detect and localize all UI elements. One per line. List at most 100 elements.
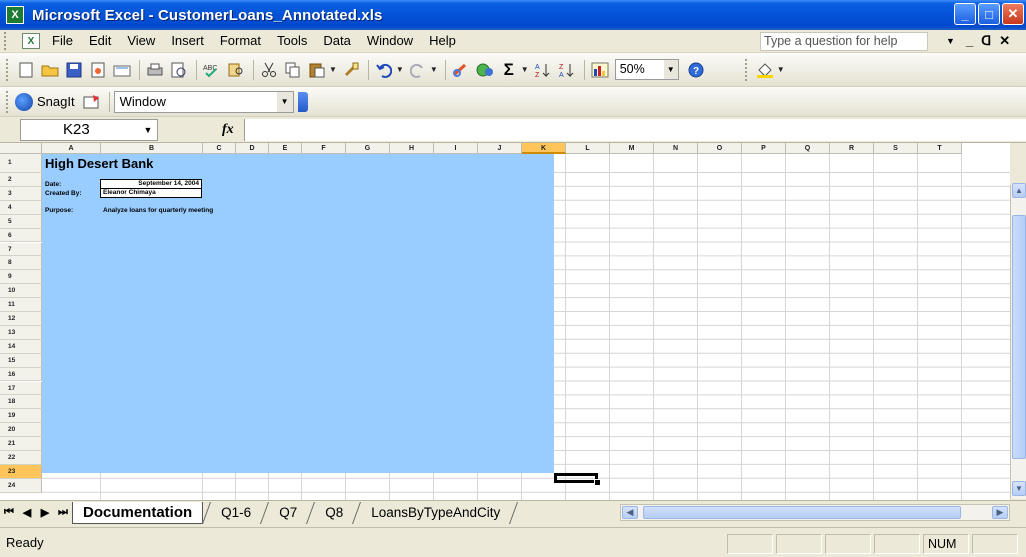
column-header-l[interactable]: L [566, 143, 610, 154]
tab-q7[interactable]: Q7 [269, 502, 307, 524]
cut-icon[interactable] [258, 59, 280, 81]
redo-icon[interactable] [407, 59, 429, 81]
row-header-23[interactable]: 23 [0, 464, 42, 479]
autosum-dropdown-icon[interactable]: ▼ [521, 65, 529, 74]
open-icon[interactable] [39, 59, 61, 81]
menu-help[interactable]: Help [421, 31, 464, 51]
column-header-m[interactable]: M [610, 143, 654, 154]
row-header-19[interactable]: 19 [0, 409, 42, 424]
tab-documentation[interactable]: Documentation [72, 501, 204, 524]
horizontal-scrollbar[interactable]: ◀ ▶ [620, 504, 1010, 521]
sheet-title[interactable]: High Desert Bank [45, 156, 153, 171]
row-header-15[interactable]: 15 [0, 353, 42, 368]
research-globe-icon[interactable] [474, 59, 496, 81]
next-sheet-button[interactable]: ▶ [36, 506, 54, 519]
menu-window[interactable]: Window [359, 31, 421, 51]
vertical-scrollbar[interactable]: ▲ ▼ [1010, 183, 1026, 499]
help-icon[interactable]: ? [685, 59, 707, 81]
toolbar-options-icon[interactable] [297, 91, 308, 112]
name-box-dropdown-icon[interactable]: ▼ [139, 120, 157, 140]
scroll-left-icon[interactable]: ◀ [622, 506, 638, 519]
sort-descending-icon[interactable]: ZA [556, 59, 578, 81]
maximize-button[interactable]: □ [978, 3, 1000, 25]
menu-view[interactable]: View [119, 31, 163, 51]
row-header-17[interactable]: 17 [0, 381, 42, 396]
created-by-value[interactable]: Eleanor Chimaya [100, 188, 202, 198]
row-header-6[interactable]: 6 [0, 228, 42, 243]
tab-loansbytypeandcity[interactable]: LoansByTypeAndCity [361, 502, 510, 524]
print-icon[interactable] [144, 59, 166, 81]
row-header-7[interactable]: 7 [0, 242, 42, 257]
help-search-input[interactable]: Type a question for help [760, 32, 928, 51]
purpose-label[interactable]: Purpose: [45, 207, 73, 214]
active-cell-k23[interactable] [554, 473, 601, 486]
row-header-22[interactable]: 22 [0, 451, 42, 465]
tab-q1-6[interactable]: Q1-6 [211, 502, 261, 524]
sort-ascending-icon[interactable]: AZ [532, 59, 554, 81]
minimize-button[interactable]: _ [954, 3, 976, 25]
save-icon[interactable] [63, 59, 85, 81]
column-header-s[interactable]: S [874, 143, 918, 154]
menu-grip[interactable] [4, 32, 18, 50]
scroll-up-icon[interactable]: ▲ [1012, 183, 1026, 198]
menu-file[interactable]: File [44, 31, 81, 51]
row-header-10[interactable]: 10 [0, 284, 42, 299]
horizontal-scroll-thumb[interactable] [643, 506, 961, 519]
column-header-f[interactable]: F [302, 143, 346, 154]
row-header-24[interactable]: 24 [0, 478, 42, 493]
row-header-2[interactable]: 2 [0, 173, 42, 187]
menu-edit[interactable]: Edit [81, 31, 119, 51]
column-header-b[interactable]: B [101, 143, 203, 154]
excel-app-icon[interactable]: X [6, 6, 24, 24]
row-header-16[interactable]: 16 [0, 367, 42, 382]
new-icon[interactable] [15, 59, 37, 81]
workbook-icon[interactable]: X [22, 33, 40, 49]
snagit-button[interactable]: SnagIt [15, 92, 75, 111]
date-label[interactable]: Date: [45, 181, 61, 188]
snagit-toolbar-grip[interactable] [6, 90, 10, 113]
close-button[interactable]: ✕ [1002, 3, 1024, 25]
toolbar-options-grip[interactable] [744, 58, 749, 81]
column-header-n[interactable]: N [654, 143, 698, 154]
zoom-select[interactable]: 50% ▼ [614, 59, 679, 80]
row-header-4[interactable]: 4 [0, 200, 42, 215]
redo-dropdown-icon[interactable]: ▼ [430, 65, 438, 74]
scroll-right-icon[interactable]: ▶ [992, 506, 1008, 519]
column-header-r[interactable]: R [830, 143, 874, 154]
row-header-13[interactable]: 13 [0, 325, 42, 340]
vertical-scroll-thumb[interactable] [1012, 215, 1026, 459]
previous-sheet-button[interactable]: ◀ [18, 506, 36, 519]
row-header-20[interactable]: 20 [0, 423, 42, 438]
insert-hyperlink-icon[interactable] [450, 59, 472, 81]
column-header-h[interactable]: H [390, 143, 434, 154]
paste-dropdown-icon[interactable]: ▼ [329, 65, 337, 74]
snagit-profile-dropdown-icon[interactable]: ▼ [276, 91, 293, 112]
autosum-icon[interactable]: Σ [498, 59, 520, 81]
permission-icon[interactable] [87, 59, 109, 81]
column-header-t[interactable]: T [918, 143, 962, 154]
column-header-p[interactable]: P [742, 143, 786, 154]
row-header-5[interactable]: 5 [0, 214, 42, 229]
undo-icon[interactable] [373, 59, 395, 81]
spelling-icon[interactable]: ABC [201, 59, 223, 81]
workbook-restore-button[interactable]: ᗡ [981, 33, 991, 49]
toolbar-grip[interactable] [6, 58, 10, 81]
workbook-close-button[interactable]: ✕ [999, 33, 1010, 49]
chart-wizard-icon[interactable] [589, 59, 611, 81]
menu-tools[interactable]: Tools [269, 31, 315, 51]
zoom-dropdown-icon[interactable]: ▼ [663, 60, 678, 79]
insert-function-icon[interactable]: fx [222, 122, 234, 138]
row-header-3[interactable]: 3 [0, 186, 42, 201]
purpose-value[interactable]: Analyze loans for quarterly meeting [103, 207, 213, 214]
fill-color-dropdown-icon[interactable]: ▼ [777, 65, 785, 74]
snagit-profile-select[interactable]: Window ▼ [113, 90, 294, 113]
row-header-21[interactable]: 21 [0, 437, 42, 451]
formula-input[interactable] [243, 118, 1026, 141]
column-header-c[interactable]: C [203, 143, 236, 154]
undo-dropdown-icon[interactable]: ▼ [396, 65, 404, 74]
last-sheet-button[interactable]: ⏭ [54, 506, 72, 519]
email-icon[interactable] [111, 59, 133, 81]
column-header-a[interactable]: A [42, 143, 101, 154]
first-sheet-button[interactable]: ⏮ [0, 506, 18, 519]
column-header-i[interactable]: I [434, 143, 478, 154]
